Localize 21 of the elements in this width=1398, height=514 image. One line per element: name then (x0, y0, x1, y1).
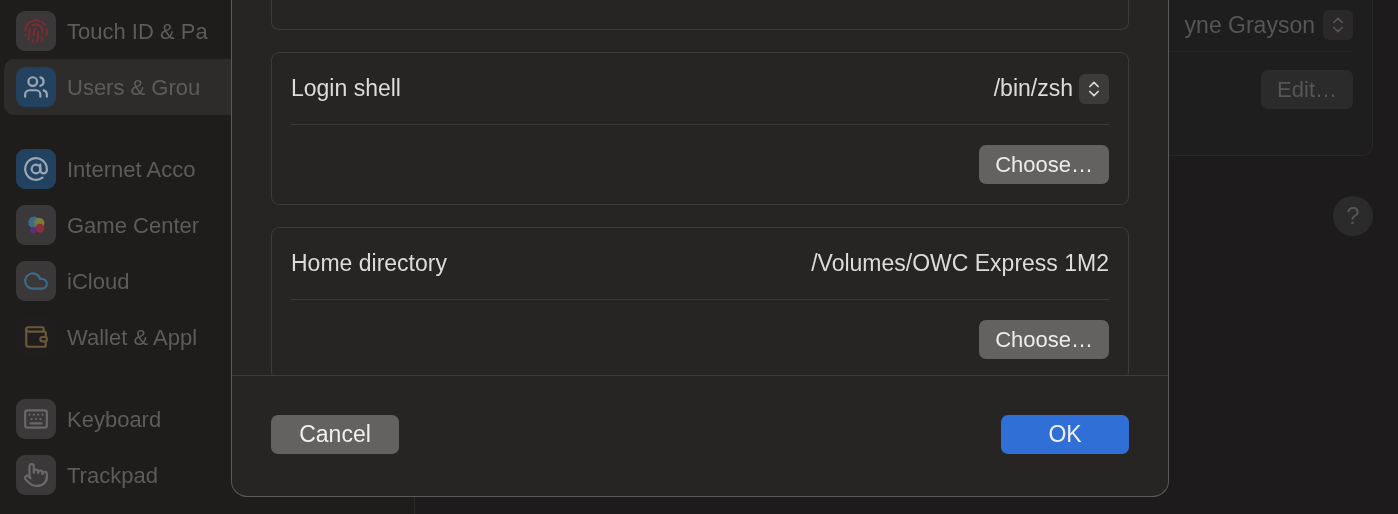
cloud-icon (16, 261, 56, 301)
field-label: Login shell (291, 74, 401, 104)
fingerprint-icon (16, 11, 56, 51)
at-sign-icon (16, 149, 56, 189)
choose-button[interactable]: Choose… (979, 320, 1109, 359)
sidebar-item[interactable]: Touch ID & Pa (4, 3, 414, 59)
ok-button[interactable]: OK (1001, 414, 1129, 454)
choose-button[interactable]: Choose… (979, 145, 1109, 184)
field-value: /Volumes/OWC Express 1M2 (811, 249, 1109, 279)
user-name: yne Grayson (1184, 10, 1315, 40)
sidebar-item[interactable]: Internet Acco (4, 141, 414, 197)
help-button[interactable]: ? (1333, 196, 1373, 236)
keyboard-icon (16, 399, 56, 439)
hand-pointer-icon (16, 455, 56, 495)
bubbles-icon (16, 205, 56, 245)
cancel-button[interactable]: Cancel (271, 414, 399, 454)
shell-popup[interactable]: /bin/zsh (993, 71, 1109, 106)
sidebar-item[interactable]: Wallet & Appl (4, 309, 414, 365)
stepper-icon (1323, 10, 1353, 40)
people-icon (16, 67, 56, 107)
stepper-icon (1079, 73, 1109, 104)
